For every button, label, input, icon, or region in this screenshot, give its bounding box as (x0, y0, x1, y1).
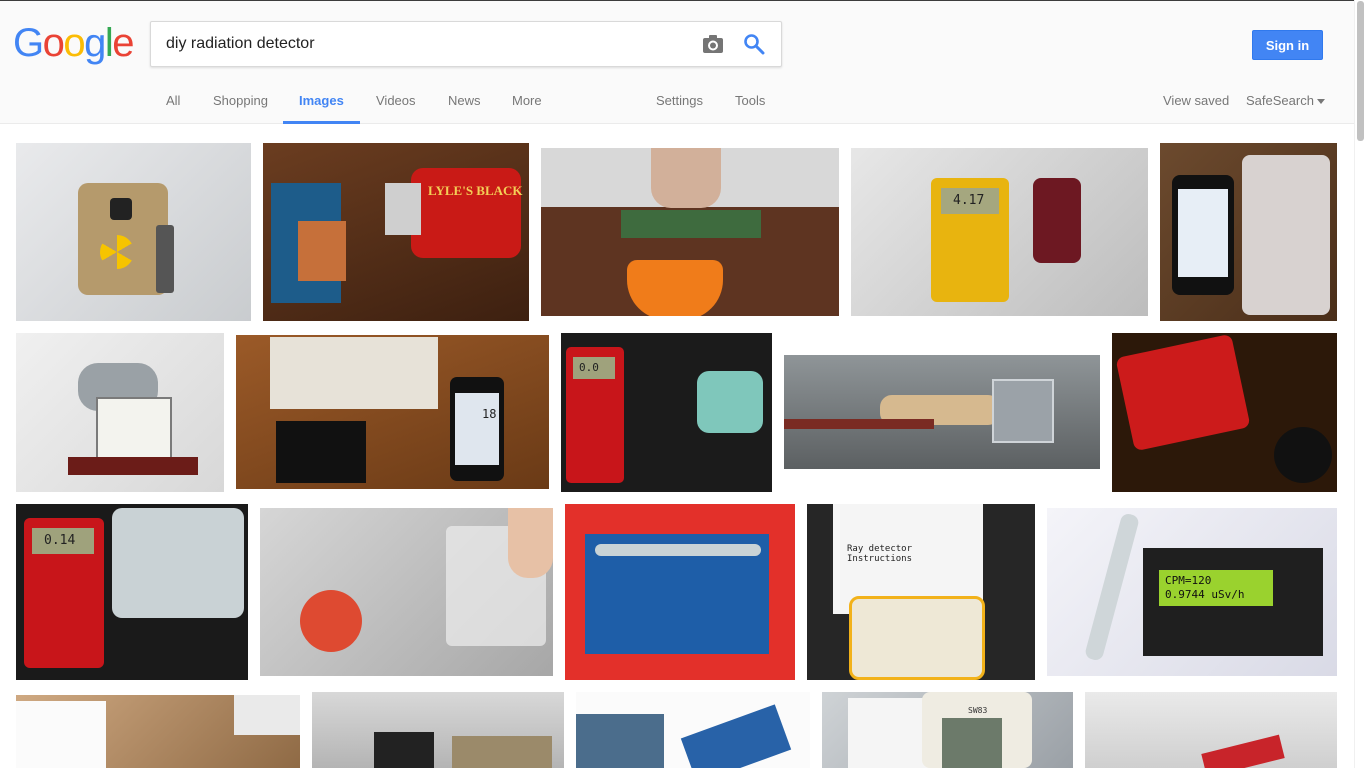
image-result[interactable]: CPM=120 0.9744 uSv/h (1047, 508, 1337, 676)
tin-can (1033, 178, 1081, 263)
logo-letter: G (13, 21, 44, 65)
image-result[interactable] (1085, 692, 1337, 768)
pmt-sensor (110, 198, 132, 220)
sensor-cube (992, 379, 1054, 443)
hand (651, 148, 721, 208)
wooden-base (68, 457, 198, 475)
can-lid (385, 183, 421, 235)
lcd-line-2: 0.9744 uSv/h (1165, 588, 1245, 601)
component-bags (452, 736, 552, 768)
tab-more[interactable]: More (512, 93, 542, 108)
battery-box (1115, 333, 1251, 452)
battery-pack (276, 421, 366, 483)
notepad (16, 701, 106, 768)
image-result[interactable] (312, 692, 564, 768)
image-result[interactable]: LYLE'S BLACK (263, 143, 529, 321)
scrollbar-thumb[interactable] (1357, 1, 1364, 141)
battery (156, 225, 174, 293)
image-result[interactable]: 0.0 (561, 333, 772, 492)
breadboard (1242, 155, 1330, 315)
image-result[interactable] (16, 695, 300, 768)
search-icon[interactable] (743, 33, 765, 55)
tab-shopping[interactable]: Shopping (213, 93, 268, 108)
orange-cup (627, 260, 723, 316)
tab-all[interactable]: All (166, 93, 180, 108)
logo-letter: o (63, 21, 85, 65)
image-result[interactable] (565, 504, 795, 680)
vertical-scrollbar[interactable] (1354, 0, 1366, 768)
header: Google diy radiation detector Sign in Al… (0, 1, 1366, 124)
image-result[interactable]: SW83 (822, 692, 1073, 768)
meter-reading: 0.0 (579, 361, 599, 374)
container (234, 695, 300, 735)
tin-can (411, 168, 521, 258)
search-box[interactable]: diy radiation detector (150, 21, 782, 67)
phone-count: 18 (482, 407, 497, 421)
handheld-device (849, 596, 985, 680)
hand (508, 508, 553, 578)
image-result[interactable] (260, 508, 553, 676)
logo-letter: e (112, 21, 134, 65)
can-label: LYLE'S BLACK (428, 183, 523, 198)
tablet-screen (576, 714, 664, 768)
image-result[interactable]: 0.14 (16, 504, 248, 680)
wires (784, 419, 934, 429)
device-label: SW83 (968, 706, 988, 715)
tab-images[interactable]: Images (299, 93, 344, 108)
tab-news[interactable]: News (448, 93, 481, 108)
logo-letter: g (84, 21, 106, 65)
phone-screen (455, 393, 499, 465)
meter-reading: 0.14 (44, 533, 76, 548)
breadboard (270, 337, 438, 409)
image-result[interactable] (576, 692, 810, 768)
radiation-symbol-icon (100, 235, 134, 269)
image-result[interactable] (784, 355, 1100, 469)
image-result[interactable] (16, 333, 224, 492)
round-board (300, 590, 362, 652)
foil-can (112, 508, 244, 618)
image-result[interactable] (16, 143, 251, 321)
google-logo[interactable]: Google (13, 21, 134, 65)
safesearch-menu[interactable]: SafeSearch (1246, 93, 1325, 108)
geiger-tube (595, 544, 761, 556)
image-result[interactable] (1112, 333, 1337, 492)
tab-videos[interactable]: Videos (376, 93, 416, 108)
circuit-board (621, 210, 761, 238)
camera-icon[interactable] (702, 34, 724, 54)
image-result[interactable]: 4.17 (851, 148, 1148, 316)
tab-settings[interactable]: Settings (656, 93, 703, 108)
logo-letter: l (104, 21, 114, 65)
logo-letter: o (42, 21, 65, 65)
safesearch-label: SafeSearch (1246, 93, 1314, 108)
view-saved-link[interactable]: View saved (1163, 93, 1229, 108)
image-result[interactable] (1160, 143, 1337, 321)
device-screen (942, 718, 1002, 768)
search-input[interactable]: diy radiation detector (166, 35, 315, 53)
chevron-down-icon (1316, 99, 1325, 105)
image-result[interactable] (541, 148, 839, 316)
meter-reading: 4.17 (953, 193, 985, 208)
paper-text: Ray detector Instructions (847, 544, 913, 564)
active-tab-indicator (283, 121, 360, 124)
geiger-tube (1083, 512, 1141, 662)
tab-tools[interactable]: Tools (735, 93, 765, 108)
phone-screen (1178, 189, 1228, 277)
circuit-board (298, 221, 346, 281)
tin-can (697, 371, 763, 433)
lcd-line-1: CPM=120 (1165, 574, 1212, 587)
analog-meter (96, 397, 172, 463)
image-result[interactable]: Ray detector Instructions (807, 504, 1035, 680)
image-result[interactable]: 18 (236, 335, 549, 489)
circuit-board (680, 704, 792, 768)
sign-in-button[interactable]: Sign in (1252, 30, 1323, 60)
circuit-board (1201, 734, 1285, 768)
device-box (374, 732, 434, 768)
buzzer (1274, 427, 1332, 483)
